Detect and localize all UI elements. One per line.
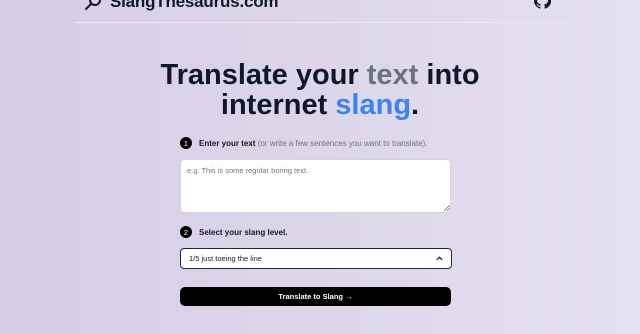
page-title: Translate your text into internet slang.	[0, 60, 640, 120]
title-part: .	[411, 89, 420, 121]
slang-level-value: 1/5 just toeing the line	[189, 254, 262, 263]
site-header: SlangThesaurus.com	[0, 0, 640, 22]
header-divider	[74, 22, 566, 23]
step-1-text: Enter your text (or write a few sentence…	[199, 139, 428, 148]
github-icon[interactable]	[534, 0, 551, 9]
slang-level-select[interactable]: 1/5 just toeing the line	[180, 248, 452, 269]
text-input[interactable]	[180, 159, 451, 213]
step-2: 2 Select your slang level.	[180, 226, 287, 238]
step-number-badge: 2	[180, 226, 192, 238]
magnifier-icon	[84, 0, 101, 11]
logo-text: SlangThesaurus.com	[110, 0, 279, 11]
translate-button[interactable]: Translate to Slang →	[180, 287, 451, 306]
title-part: into	[418, 59, 480, 91]
step-1: 1 Enter your text (or write a few senten…	[180, 137, 428, 149]
title-part: Translate your	[160, 59, 367, 91]
title-highlight-slang: slang	[335, 89, 412, 121]
title-part: internet	[220, 89, 336, 121]
logo-link[interactable]: SlangThesaurus.com	[84, 0, 279, 12]
title-highlight-text: text	[366, 59, 419, 91]
chevron-up-icon	[436, 256, 443, 261]
step-number-badge: 1	[180, 137, 192, 149]
step-1-hint: (or write a few sentences you want to tr…	[255, 138, 428, 148]
step-2-label: Select your slang level.	[199, 227, 288, 237]
translate-button-label: Translate to Slang →	[278, 292, 353, 301]
step-1-label: Enter your text	[199, 138, 256, 148]
resize-handle-icon[interactable]	[444, 205, 450, 211]
